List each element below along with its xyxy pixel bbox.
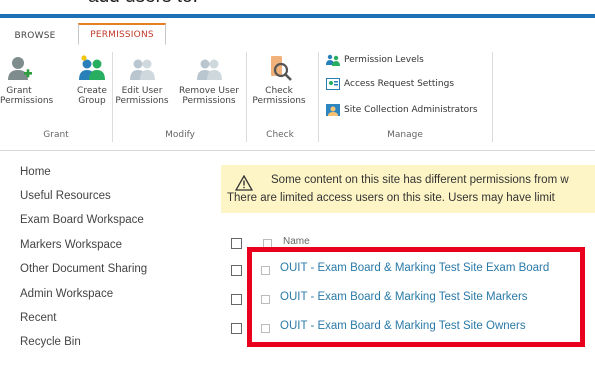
column-header-name[interactable]: Name <box>283 236 310 247</box>
nav-item-markers-workspace[interactable]: Markers Workspace <box>20 239 122 251</box>
permission-levels-button[interactable]: Permission Levels <box>326 52 424 68</box>
row-checkbox[interactable] <box>231 323 242 334</box>
warning-banner: Some content on this site has different … <box>221 165 595 213</box>
group-separator <box>492 52 493 142</box>
group-label-check: Check <box>266 130 294 140</box>
nav-item-useful-resources[interactable]: Useful Resources <box>20 190 111 202</box>
nav-item-other-document-sharing[interactable]: Other Document Sharing <box>20 263 147 275</box>
highlight-box <box>247 247 585 347</box>
nav-item-recent[interactable]: Recent <box>20 312 56 324</box>
create-group-button[interactable]: Create Group <box>74 54 110 106</box>
group-separator <box>112 52 113 142</box>
group-separator <box>246 52 247 142</box>
permission-levels-icon <box>326 54 340 66</box>
access-request-icon <box>326 77 340 90</box>
remove-user-permissions-icon <box>197 59 222 80</box>
ribbon-tab-bar: BROWSE PERMISSIONS <box>0 0 595 47</box>
access-request-settings-button[interactable]: Access Request Settings <box>326 76 454 92</box>
check-permissions-label: Check Permissions <box>252 86 306 106</box>
tab-browse[interactable]: BROWSE <box>10 26 60 46</box>
create-group-label: Create Group <box>77 86 107 106</box>
suite-bar <box>0 14 595 18</box>
remove-user-permissions-button[interactable]: Remove User Permissions <box>178 54 240 106</box>
permission-levels-label: Permission Levels <box>344 55 424 65</box>
select-all-checkbox[interactable] <box>231 238 242 249</box>
edit-user-permissions-button[interactable]: Edit User Permissions <box>114 54 170 106</box>
edit-user-permissions-icon <box>130 59 155 80</box>
tab-permissions[interactable]: PERMISSIONS <box>78 23 166 45</box>
remove-user-permissions-label: Remove User Permissions <box>179 86 239 106</box>
warning-text-line2: There are limited access users on this s… <box>227 192 555 204</box>
warning-icon <box>235 175 253 191</box>
site-collection-administrators-button[interactable]: Site Collection Administrators <box>326 102 478 118</box>
nav-item-exam-board-workspace[interactable]: Exam Board Workspace <box>20 214 144 226</box>
group-label-modify: Modify <box>165 130 195 140</box>
ribbon: Grant Permissions Create Group Grant Edi… <box>0 46 595 151</box>
access-request-settings-label: Access Request Settings <box>344 79 455 89</box>
warning-text-line1: Some content on this site has different … <box>271 174 569 186</box>
site-collection-administrators-label: Site Collection Administrators <box>344 105 478 115</box>
group-label-manage: Manage <box>387 130 423 140</box>
nav-item-admin-workspace[interactable]: Admin Workspace <box>20 288 113 300</box>
row-checkbox[interactable] <box>231 265 242 276</box>
group-separator <box>318 52 319 142</box>
nav-item-recycle-bin[interactable]: Recycle Bin <box>20 336 81 348</box>
grant-permissions-icon <box>8 57 32 80</box>
row-checkbox[interactable] <box>231 294 242 305</box>
grant-permissions-label: Grant Permissions <box>0 86 54 106</box>
group-label-grant: Grant <box>43 130 69 140</box>
nav-item-home[interactable]: Home <box>20 166 51 178</box>
create-group-icon <box>79 55 105 80</box>
edit-user-permissions-label: Edit User Permissions <box>115 86 169 106</box>
site-admins-icon <box>326 103 340 116</box>
grant-permissions-button[interactable]: Grant Permissions <box>0 54 53 106</box>
check-permissions-icon <box>271 56 292 81</box>
check-permissions-button[interactable]: Check Permissions <box>250 54 308 106</box>
